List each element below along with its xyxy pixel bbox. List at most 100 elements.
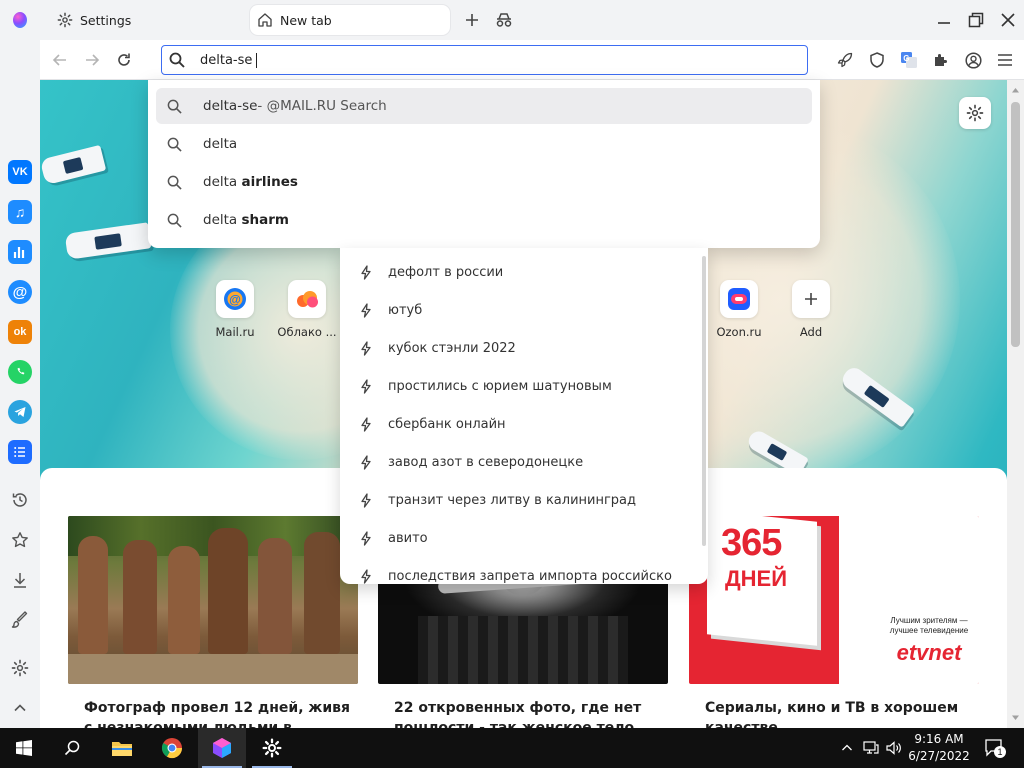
trending-item[interactable]: кубок стэнли 2022 bbox=[340, 329, 708, 367]
incognito-icon[interactable] bbox=[494, 10, 514, 30]
dropdown-scrollbar[interactable] bbox=[702, 256, 706, 546]
brush-icon[interactable] bbox=[10, 610, 30, 630]
trending-item[interactable]: транзит через литву в калининград bbox=[340, 481, 708, 519]
network-icon[interactable] bbox=[862, 739, 880, 757]
lightning-icon bbox=[360, 454, 376, 470]
close-window-button[interactable] bbox=[998, 10, 1018, 30]
ozon-icon bbox=[728, 288, 750, 310]
cloud-icon bbox=[297, 291, 318, 308]
trending-item[interactable]: сбербанк онлайн bbox=[340, 405, 708, 443]
trending-item[interactable]: авито bbox=[340, 519, 708, 557]
extensions-icon[interactable] bbox=[931, 50, 951, 70]
restore-button[interactable] bbox=[966, 10, 986, 30]
suggestion-item[interactable]: delta airlines bbox=[156, 164, 812, 200]
clock-time: 9:16 AM bbox=[914, 732, 964, 746]
scrollbar-thumb[interactable] bbox=[1011, 102, 1020, 347]
browser-logo bbox=[13, 12, 27, 28]
customize-page-button[interactable] bbox=[959, 97, 991, 129]
tile-add[interactable]: Add bbox=[779, 280, 843, 339]
boat-decoration bbox=[64, 222, 152, 260]
shield-icon[interactable] bbox=[867, 50, 887, 70]
suggestion-text: delta bbox=[203, 174, 242, 190]
suggestion-item[interactable]: delta sharm bbox=[156, 202, 812, 238]
omnibox-suggestions: delta-se - @MAIL.RU Search delta delta a… bbox=[148, 80, 820, 248]
bookmarks-star-icon[interactable] bbox=[10, 530, 30, 550]
minimize-button[interactable] bbox=[934, 10, 954, 30]
tab-settings[interactable]: Settings bbox=[48, 5, 238, 35]
chrome-icon bbox=[161, 738, 183, 759]
boat-decoration bbox=[40, 144, 107, 186]
odnoklassniki-icon: ok bbox=[13, 326, 27, 338]
promo-tagline: Лучшим зрителям — лучшее телевидение bbox=[889, 616, 969, 635]
trending-text: последствия запрета импорта российско bbox=[388, 568, 672, 584]
trending-text: дефолт в россии bbox=[388, 264, 504, 280]
address-input[interactable] bbox=[200, 50, 780, 70]
news-card[interactable]: Фотограф провел 12 дней, живя с незнаком… bbox=[68, 516, 358, 728]
scroll-up-arrow-icon[interactable] bbox=[1011, 86, 1020, 95]
search-icon bbox=[64, 740, 80, 756]
tab-label: New tab bbox=[280, 12, 332, 28]
search-icon bbox=[167, 137, 185, 152]
back-button[interactable] bbox=[50, 50, 70, 70]
sidebar-app-mail[interactable]: @ bbox=[8, 280, 32, 304]
taskbar-settings[interactable] bbox=[248, 728, 296, 768]
suggestion-item[interactable]: delta-se - @MAIL.RU Search bbox=[156, 88, 812, 124]
settings-gear-icon[interactable] bbox=[10, 658, 30, 678]
trending-item[interactable]: завод азот в северодонецке bbox=[340, 443, 708, 481]
sidebar-app-telegram[interactable] bbox=[8, 400, 32, 424]
vk-icon: VK bbox=[12, 166, 28, 178]
tile-oblako[interactable]: Облако ... bbox=[275, 280, 339, 339]
trending-item[interactable]: ютуб bbox=[340, 291, 708, 329]
translate-icon[interactable]: G bbox=[899, 50, 919, 70]
tile-label: Облако ... bbox=[277, 325, 337, 339]
sidebar-app-stats[interactable] bbox=[8, 240, 32, 264]
tab-new-tab[interactable]: New tab bbox=[250, 5, 450, 35]
news-card-title: 22 откровенных фото, где нет пошлости - … bbox=[394, 700, 642, 728]
lightning-icon bbox=[360, 530, 376, 546]
trending-text: транзит через литву в калининград bbox=[388, 492, 637, 508]
notifications-button[interactable]: 1 bbox=[984, 737, 1006, 759]
page-scrollbar[interactable] bbox=[1007, 80, 1024, 728]
news-card[interactable]: 365 ДНЕЙ Лучшим зрителям — лучшее телеви… bbox=[689, 516, 979, 728]
sidebar-app-list[interactable] bbox=[8, 440, 32, 464]
search-icon bbox=[167, 213, 185, 228]
trending-text: кубок стэнли 2022 bbox=[388, 340, 516, 356]
history-icon[interactable] bbox=[10, 490, 30, 510]
list-icon bbox=[14, 447, 25, 457]
lightning-icon bbox=[360, 416, 376, 432]
forward-button[interactable] bbox=[82, 50, 102, 70]
address-bar[interactable] bbox=[161, 45, 808, 75]
trending-text: авито bbox=[388, 530, 428, 546]
tray-chevron-up-icon[interactable] bbox=[838, 739, 856, 757]
start-button[interactable] bbox=[0, 728, 48, 768]
collapse-chevron-up-icon[interactable] bbox=[10, 698, 30, 718]
trending-item[interactable]: дефолт в россии bbox=[340, 253, 708, 291]
trending-text: ютуб bbox=[388, 302, 423, 318]
telegram-icon bbox=[14, 407, 26, 417]
menu-icon[interactable] bbox=[995, 50, 1015, 70]
tile-mail-ru[interactable]: @ Mail.ru bbox=[203, 280, 267, 339]
taskbar-file-explorer[interactable] bbox=[98, 728, 146, 768]
rocket-icon[interactable] bbox=[835, 50, 855, 70]
sidebar-app-music[interactable]: ♫ bbox=[8, 200, 32, 224]
tile-ozon[interactable]: Ozon.ru bbox=[707, 280, 771, 339]
sidebar-app-vk[interactable]: VK bbox=[8, 160, 32, 184]
sidebar-app-whatsapp[interactable] bbox=[8, 360, 32, 384]
reload-button[interactable] bbox=[114, 50, 134, 70]
promo-number: 365 bbox=[721, 522, 782, 564]
suggestion-item[interactable]: delta bbox=[156, 126, 812, 162]
sidebar-app-ok[interactable]: ok bbox=[8, 320, 32, 344]
volume-icon[interactable] bbox=[885, 739, 903, 757]
tile-icon bbox=[792, 280, 830, 318]
downloads-icon[interactable] bbox=[10, 570, 30, 590]
trending-item[interactable]: последствия запрета импорта российско bbox=[340, 557, 708, 584]
taskbar-atom-browser[interactable] bbox=[198, 728, 246, 768]
scroll-down-arrow-icon[interactable] bbox=[1011, 713, 1020, 722]
trending-item[interactable]: простились с юрием шатуновым bbox=[340, 367, 708, 405]
taskbar-chrome[interactable] bbox=[148, 728, 196, 768]
lightning-icon bbox=[360, 340, 376, 356]
taskbar-clock[interactable]: 9:16 AM 6/27/2022 bbox=[904, 731, 974, 765]
new-tab-button[interactable] bbox=[462, 10, 482, 30]
taskbar-search-button[interactable] bbox=[48, 728, 96, 768]
profile-icon[interactable] bbox=[963, 50, 983, 70]
